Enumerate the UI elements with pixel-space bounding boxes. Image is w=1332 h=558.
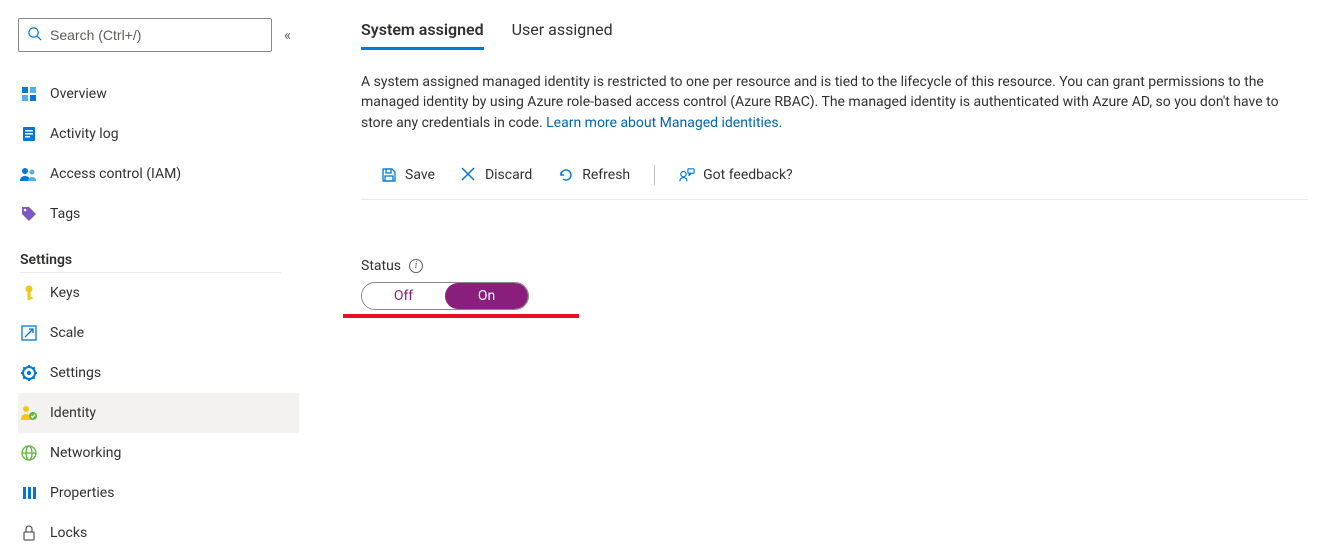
- status-toggle-off[interactable]: Off: [362, 283, 445, 309]
- sidebar-item-label: Keys: [50, 285, 80, 301]
- collapse-sidebar-button[interactable]: «: [284, 28, 291, 43]
- description-text: A system assigned managed identity is re…: [361, 72, 1308, 133]
- discard-icon: [461, 167, 477, 183]
- locks-icon: [20, 524, 38, 542]
- sidebar-item-tags[interactable]: Tags: [18, 194, 299, 234]
- networking-icon: [20, 444, 38, 462]
- properties-icon: [20, 484, 38, 502]
- tab-user-assigned[interactable]: User assigned: [512, 20, 613, 50]
- sidebar-item-label: Settings: [50, 365, 101, 381]
- sidebar-item-label: Overview: [50, 86, 107, 102]
- sidebar-item-identity[interactable]: Identity: [18, 393, 299, 433]
- status-section: Status i Off On: [361, 258, 1308, 318]
- sidebar-item-label: Tags: [50, 206, 80, 222]
- feedback-button[interactable]: Got feedback?: [667, 163, 805, 187]
- refresh-button[interactable]: Refresh: [546, 163, 642, 187]
- access-control-icon: [20, 165, 38, 183]
- toolbar-separator: [654, 165, 655, 185]
- sidebar-item-networking[interactable]: Networking: [18, 433, 299, 473]
- tab-system-assigned[interactable]: System assigned: [361, 20, 484, 50]
- overview-icon: [20, 85, 38, 103]
- status-toggle-on[interactable]: On: [445, 283, 528, 309]
- search-icon: [27, 26, 42, 45]
- sidebar-item-label: Activity log: [50, 126, 119, 142]
- sidebar-item-label: Properties: [50, 485, 114, 501]
- settings-icon: [20, 364, 38, 382]
- discard-button[interactable]: Discard: [449, 163, 544, 187]
- sidebar: « Overview Activity log Access control (…: [0, 0, 303, 558]
- sidebar-item-label: Networking: [50, 445, 121, 461]
- main-panel: System assigned User assigned A system a…: [303, 0, 1332, 558]
- discard-label: Discard: [485, 167, 532, 183]
- status-toggle[interactable]: Off On: [361, 282, 529, 310]
- info-icon[interactable]: i: [409, 259, 423, 273]
- refresh-icon: [558, 167, 574, 183]
- feedback-icon: [679, 167, 695, 183]
- save-label: Save: [405, 167, 435, 183]
- scale-icon: [20, 324, 38, 342]
- sidebar-item-settings[interactable]: Settings: [18, 353, 299, 393]
- sidebar-item-label: Locks: [50, 525, 87, 541]
- identity-icon: [20, 404, 38, 422]
- sidebar-item-overview[interactable]: Overview: [18, 74, 299, 114]
- sidebar-nav[interactable]: Overview Activity log Access control (IA…: [18, 74, 303, 558]
- sidebar-item-locks[interactable]: Locks: [18, 513, 299, 553]
- sidebar-item-access-control[interactable]: Access control (IAM): [18, 154, 299, 194]
- keys-icon: [20, 284, 38, 302]
- sidebar-item-label: Scale: [50, 325, 84, 341]
- status-label-row: Status i: [361, 258, 1308, 274]
- annotation-underline: [343, 314, 579, 318]
- activity-log-icon: [20, 125, 38, 143]
- description-body: A system assigned managed identity is re…: [361, 74, 1279, 131]
- learn-more-link[interactable]: Learn more about Managed identities.: [546, 115, 782, 131]
- sidebar-item-label: Identity: [50, 405, 96, 421]
- toolbar: Save Discard Refresh Got feedback?: [361, 153, 1308, 200]
- status-label: Status: [361, 258, 401, 274]
- sidebar-heading-settings: Settings: [20, 252, 299, 268]
- tags-icon: [20, 205, 38, 223]
- save-icon: [381, 167, 397, 183]
- save-button[interactable]: Save: [369, 163, 447, 187]
- refresh-label: Refresh: [582, 167, 630, 183]
- sidebar-item-activity-log[interactable]: Activity log: [18, 114, 299, 154]
- sidebar-item-keys[interactable]: Keys: [18, 273, 299, 313]
- tabs: System assigned User assigned: [361, 20, 1308, 50]
- sidebar-item-properties[interactable]: Properties: [18, 473, 299, 513]
- sidebar-item-scale[interactable]: Scale: [18, 313, 299, 353]
- search-box[interactable]: [18, 18, 272, 52]
- feedback-label: Got feedback?: [703, 167, 793, 183]
- search-input[interactable]: [50, 27, 263, 43]
- search-row: «: [18, 18, 303, 52]
- sidebar-item-label: Access control (IAM): [50, 166, 181, 182]
